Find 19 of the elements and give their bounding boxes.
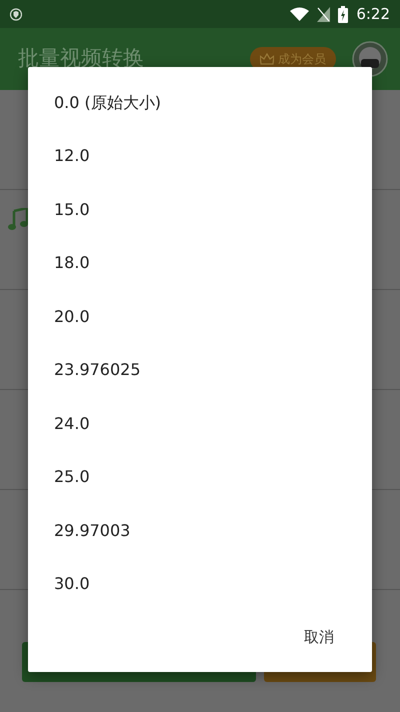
no-sim-icon — [317, 6, 330, 22]
option-item[interactable]: 23.976025 — [54, 358, 141, 382]
battery-charging-icon — [338, 6, 348, 22]
shield-icon — [10, 8, 22, 20]
option-item[interactable]: 20.0 — [54, 304, 90, 329]
option-item[interactable]: 0.0 (原始大小) — [54, 90, 162, 115]
clock-time: 6:22 — [356, 4, 390, 25]
crown-icon — [260, 53, 274, 65]
option-item[interactable]: 24.0 — [54, 412, 90, 436]
option-item[interactable]: 12.0 — [54, 144, 90, 168]
music-note-icon — [8, 208, 28, 230]
app-title: 批量视频转换 — [18, 45, 145, 72]
wifi-icon — [290, 7, 310, 21]
option-item[interactable]: 25.0 — [54, 465, 90, 490]
cancel-button[interactable]: 取消 — [300, 622, 338, 652]
option-item[interactable]: 15.0 — [54, 198, 90, 222]
option-item[interactable]: 30.0 — [54, 572, 90, 596]
option-item[interactable]: 18.0 — [54, 251, 90, 276]
option-item[interactable]: 29.97003 — [54, 518, 130, 543]
